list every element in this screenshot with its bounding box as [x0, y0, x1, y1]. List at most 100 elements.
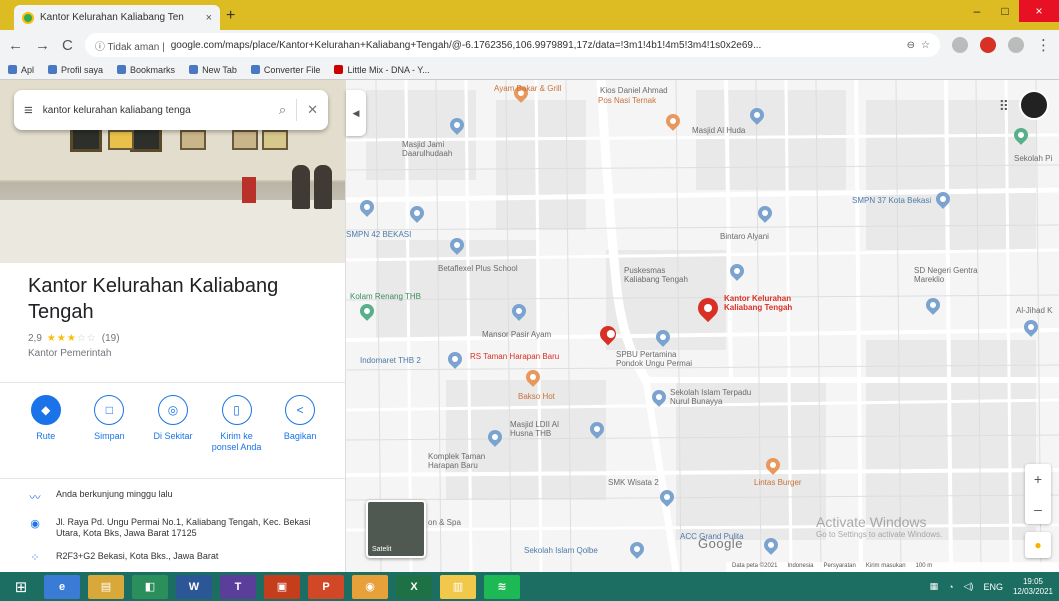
- url-text[interactable]: google.com/maps/place/Kantor+Kelurahan+K…: [171, 40, 901, 51]
- extension-icon[interactable]: [952, 37, 968, 53]
- tab-close-icon[interactable]: ×: [206, 12, 212, 24]
- spotify-app-icon[interactable]: ≋: [484, 574, 520, 599]
- plus-code-row[interactable]: ⁘ R2F3+G2 Bekasi, Kota Bks., Jawa Barat: [28, 551, 334, 564]
- photo-chair: [242, 177, 256, 203]
- terms-link[interactable]: Persyaratan: [824, 563, 856, 571]
- security-indicator[interactable]: ⓘ Tidak aman |: [95, 38, 165, 53]
- zoom-out-button[interactable]: –: [1025, 494, 1051, 524]
- map-label[interactable]: Bakso Hot: [518, 392, 555, 401]
- map-label[interactable]: SPBU Pertamina Pondok Ungu Permai: [616, 350, 700, 368]
- chrome-app-icon[interactable]: ◉: [352, 574, 388, 599]
- place-category[interactable]: Kantor Pemerintah: [28, 348, 318, 359]
- map-label[interactable]: Al-Jihad K: [1016, 306, 1052, 315]
- apps-grid-icon[interactable]: ⠿: [999, 98, 1009, 115]
- visit-history-row[interactable]: 〰 Anda berkunjung minggu lalu: [28, 489, 334, 505]
- photo-person: [292, 165, 310, 209]
- map-label[interactable]: Bintaro Alyani: [720, 232, 769, 241]
- clock[interactable]: 19:05 12/03/2021: [1013, 577, 1053, 597]
- window-controls: – □ ×: [963, 0, 1059, 22]
- bookmark-item[interactable]: Bookmarks: [117, 65, 175, 75]
- map-label[interactable]: Ayam Bakar & Grill: [494, 84, 561, 93]
- map-label[interactable]: SMK Wisata 2: [608, 478, 659, 487]
- account-avatar[interactable]: [1019, 90, 1049, 120]
- rating-row[interactable]: 2,9 ★★★☆☆ (19): [28, 333, 318, 344]
- edge-app-icon[interactable]: e: [44, 574, 80, 599]
- browser-menu-icon[interactable]: ⋮: [1036, 36, 1051, 54]
- search-icon[interactable]: ⌕: [279, 102, 286, 118]
- region-link[interactable]: Indonesia: [787, 563, 813, 571]
- media-app-icon[interactable]: ▣: [264, 574, 300, 599]
- map-label[interactable]: Sekolah Pi: [1014, 154, 1052, 163]
- bookmark-item[interactable]: Converter File: [250, 65, 320, 75]
- map-label[interactable]: Kolam Renang THB: [350, 292, 421, 301]
- selected-place-label[interactable]: Kantor Kelurahan Kaliabang Tengah: [724, 294, 810, 312]
- map-label[interactable]: Sekolah Islam Terpadu Nurul Bunayya: [670, 388, 764, 406]
- street-view-pegman-icon[interactable]: ●: [1025, 532, 1051, 558]
- teams-app-icon[interactable]: T: [220, 574, 256, 599]
- maximize-button[interactable]: □: [991, 0, 1019, 22]
- map-label[interactable]: Mansor Pasir Ayam: [482, 330, 551, 339]
- place-panel: ≡ kantor kelurahan kaliabang tenga ⌕ ✕ K…: [0, 80, 346, 572]
- excel-app-icon[interactable]: X: [396, 574, 432, 599]
- map-label[interactable]: SMPN 42 BEKASI: [346, 230, 411, 239]
- map-label[interactable]: Sekolah Islam Qolbe: [524, 546, 598, 555]
- nearby-button[interactable]: ◎ Di Sekitar: [145, 395, 201, 474]
- extension-red-icon[interactable]: [980, 37, 996, 53]
- zoom-in-button[interactable]: +: [1025, 464, 1051, 494]
- map-label[interactable]: RS Taman Harapan Baru: [470, 352, 559, 361]
- map-label[interactable]: Lintas Burger: [754, 478, 802, 487]
- back-button[interactable]: ←: [8, 37, 23, 54]
- map-label[interactable]: Masjid LDII Al Husna THB: [510, 420, 580, 438]
- map-canvas[interactable]: Ayam Bakar & Grill Kios Daniel Ahmad Pos…: [346, 80, 1059, 572]
- profile-icon[interactable]: [1008, 37, 1024, 53]
- send-to-phone-button[interactable]: ▯ Kirim ke ponsel Anda: [209, 395, 265, 474]
- review-count-link[interactable]: (19): [102, 333, 120, 344]
- map-label[interactable]: Puskesmas Kaliabang Tengah: [624, 266, 698, 284]
- search-input[interactable]: kantor kelurahan kaliabang tenga: [43, 105, 269, 116]
- map-label[interactable]: Kios Daniel Ahmad: [600, 86, 668, 95]
- share-button[interactable]: < Bagikan: [272, 395, 328, 474]
- map-label[interactable]: Komplek Taman Harapan Baru: [428, 452, 508, 470]
- bookmark-item[interactable]: Profil saya: [48, 65, 103, 75]
- menu-icon[interactable]: ≡: [24, 102, 33, 119]
- map-label[interactable]: Indomaret THB 2: [360, 356, 421, 365]
- minimize-button[interactable]: –: [963, 0, 991, 22]
- satellite-layer-toggle[interactable]: Satelit: [366, 500, 426, 558]
- keyboard-icon[interactable]: ▦: [930, 581, 939, 592]
- bookmark-item[interactable]: New Tab: [189, 65, 237, 75]
- save-button[interactable]: □ Simpan: [81, 395, 137, 474]
- word-app-icon[interactable]: W: [176, 574, 212, 599]
- close-window-button[interactable]: ×: [1019, 0, 1059, 22]
- folder-app-icon[interactable]: ▥: [440, 574, 476, 599]
- bookmark-item[interactable]: Apl: [8, 65, 34, 75]
- directions-button[interactable]: ◆ Rute: [18, 395, 74, 474]
- file-explorer-icon[interactable]: ▤: [88, 574, 124, 599]
- powerpoint-app-icon[interactable]: P: [308, 574, 344, 599]
- language-indicator[interactable]: ENG: [983, 582, 1003, 592]
- map-label[interactable]: SD Negeri Gentra Mareklio: [914, 266, 984, 284]
- zoom-icon[interactable]: ⊖: [907, 40, 915, 51]
- bookmark-star-icon[interactable]: ☆: [921, 40, 930, 51]
- network-icon[interactable]: ◔: [948, 582, 953, 592]
- windows-start-icon[interactable]: ⊞: [6, 575, 36, 599]
- address-row[interactable]: ◉ Jl. Raya Pd. Ungu Permai No.1, Kaliaba…: [28, 517, 334, 539]
- map-label[interactable]: Masjid Jami Daarulhudaah: [402, 140, 482, 158]
- forward-button[interactable]: →: [35, 37, 50, 54]
- photo-board: [108, 130, 134, 150]
- collapse-panel-button[interactable]: ◀: [346, 90, 366, 136]
- map-label[interactable]: SMPN 37 Kota Bekasi: [852, 196, 931, 205]
- reload-button[interactable]: C: [62, 37, 73, 54]
- search-box[interactable]: ≡ kantor kelurahan kaliabang tenga ⌕ ✕: [14, 90, 328, 130]
- map-label[interactable]: on & Spa: [428, 518, 461, 527]
- store-app-icon[interactable]: ◧: [132, 574, 168, 599]
- feedback-link[interactable]: Kirim masukan: [866, 563, 906, 571]
- map-label[interactable]: Betaflexel Plus School: [438, 264, 518, 273]
- volume-icon[interactable]: ◁): [964, 581, 974, 592]
- map-label[interactable]: Pos Nasi Ternak: [598, 96, 656, 105]
- map-label[interactable]: Masjid Al Huda: [692, 126, 745, 135]
- new-tab-button[interactable]: +: [226, 7, 235, 25]
- close-icon[interactable]: ✕: [307, 102, 318, 118]
- address-bar[interactable]: ⓘ Tidak aman | google.com/maps/place/Kan…: [84, 33, 940, 57]
- browser-tab[interactable]: Kantor Kelurahan Kaliabang Ten ×: [14, 5, 220, 30]
- bookmark-item[interactable]: Little Mix - DNA - Y...: [334, 65, 430, 75]
